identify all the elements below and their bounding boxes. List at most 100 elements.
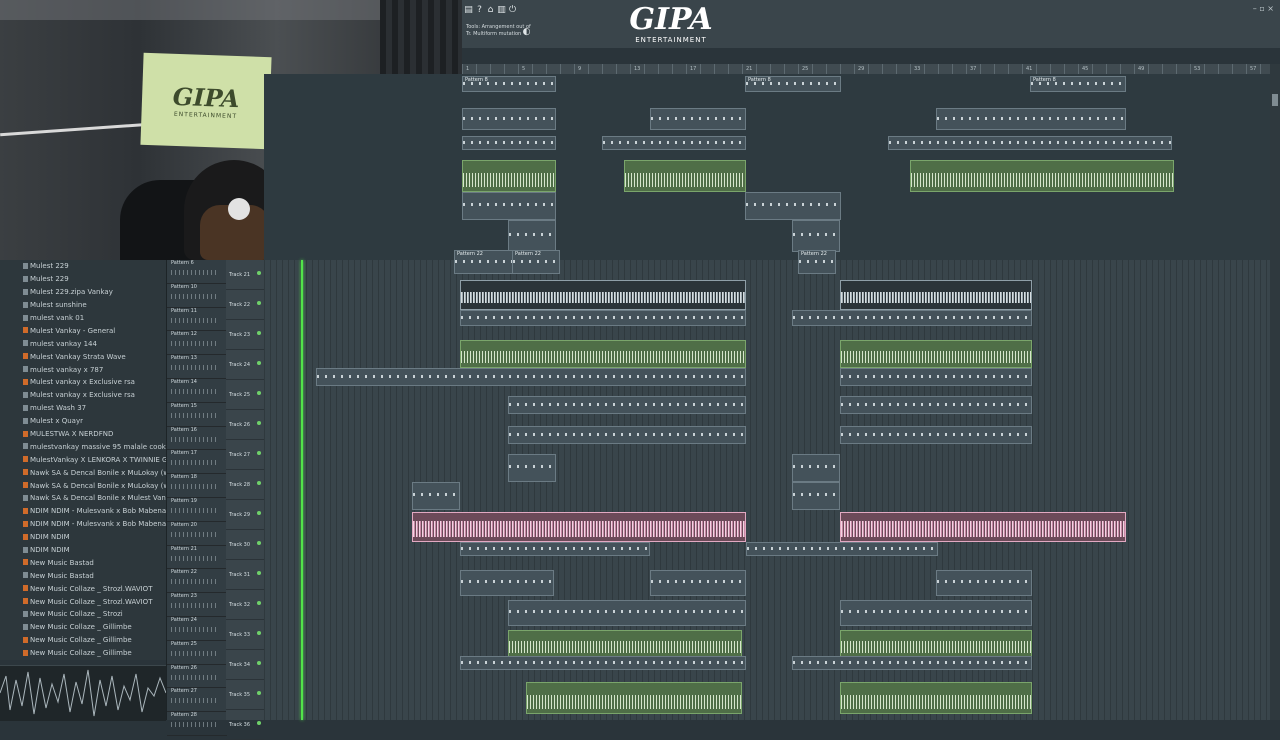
audio-clip[interactable] xyxy=(412,512,746,542)
pattern-clip[interactable] xyxy=(460,570,554,596)
pattern-clip[interactable] xyxy=(840,396,1032,414)
browser-item[interactable]: Mulest sunshine xyxy=(0,299,166,312)
track-header[interactable]: Track 35 xyxy=(226,680,264,710)
track-header[interactable]: Track 36 xyxy=(226,710,264,740)
audio-clip[interactable] xyxy=(460,280,746,310)
timeline-ruler[interactable]: 159131721252933374145495357 xyxy=(462,64,1270,74)
pattern-clip[interactable] xyxy=(792,310,1032,326)
channel-pattern[interactable]: Pattern 6 xyxy=(167,260,227,284)
browser-item[interactable]: NDIM NDIM - Mulesvank x Bob Mabena x Nim… xyxy=(0,505,166,518)
track-header[interactable]: Track 23 xyxy=(226,320,264,350)
track-header[interactable]: Track 32 xyxy=(226,590,264,620)
audio-clip[interactable] xyxy=(624,160,746,192)
track-header[interactable]: Track 27 xyxy=(226,440,264,470)
audio-clip[interactable] xyxy=(840,340,1032,368)
browser-item[interactable]: NDIM NDIM xyxy=(0,544,166,557)
track-header[interactable]: Track 30 xyxy=(226,530,264,560)
pattern-clip[interactable] xyxy=(602,136,746,150)
pattern-clip[interactable] xyxy=(460,542,650,556)
pattern-clip[interactable]: Pattern 22 xyxy=(512,250,560,274)
browser-item[interactable]: New Music Collaze _ Gillimbe xyxy=(0,647,166,660)
pattern-clip[interactable] xyxy=(508,426,746,444)
channel-pattern[interactable]: Pattern 16 xyxy=(167,427,227,451)
track-header[interactable]: Track 22 xyxy=(226,290,264,320)
track-header[interactable]: Track 29 xyxy=(226,500,264,530)
browser-item[interactable]: NDIM NDIM - Mulesvank x Bob Mabena x Nim… xyxy=(0,518,166,531)
browser-item[interactable]: Mulest 229.zipa Vankay xyxy=(0,286,166,299)
channel-pattern[interactable]: Pattern 24 xyxy=(167,617,227,641)
pattern-clip[interactable] xyxy=(508,220,556,252)
channel-pattern[interactable]: Pattern 15 xyxy=(167,403,227,427)
audio-clip[interactable] xyxy=(840,630,1032,658)
audio-clip[interactable] xyxy=(508,630,742,658)
track-header[interactable]: Track 21 xyxy=(226,260,264,290)
channel-pattern[interactable]: Pattern 23 xyxy=(167,593,227,617)
browser-item[interactable]: Nawk SA & Dencal Bonile x MuLokay (wewmi… xyxy=(0,466,166,479)
channel-pattern[interactable]: Pattern 26 xyxy=(167,665,227,689)
channel-pattern[interactable]: Pattern 10 xyxy=(167,284,227,308)
audio-clip[interactable] xyxy=(910,160,1174,192)
browser-item[interactable]: MulestVankay X LENKORA X TWINNIE GEE xyxy=(0,453,166,466)
browser-item[interactable]: Mulest vankay x Exclusive rsa xyxy=(0,389,166,402)
track-header[interactable]: Track 28 xyxy=(226,470,264,500)
browser-item[interactable]: New Music Collaze _ Strozl.WAVIOT xyxy=(0,582,166,595)
channel-pattern[interactable]: Pattern 28 xyxy=(167,712,227,736)
browser-item[interactable]: Mulest x Quayr xyxy=(0,415,166,428)
track-header[interactable]: Track 25 xyxy=(226,380,264,410)
playhead-marker[interactable] xyxy=(301,260,303,720)
plugin-icon[interactable]: ⌂ xyxy=(486,4,495,16)
pattern-clip[interactable] xyxy=(650,570,746,596)
pattern-clip[interactable]: Pattern 8 xyxy=(745,76,841,92)
pattern-clip[interactable] xyxy=(508,600,746,626)
question-icon[interactable]: ? xyxy=(475,4,484,16)
channel-pattern[interactable]: Pattern 13 xyxy=(167,355,227,379)
audio-clip[interactable] xyxy=(840,682,1032,714)
channel-pattern[interactable]: Pattern 25 xyxy=(167,641,227,665)
audio-clip[interactable] xyxy=(526,682,742,714)
browser-item[interactable]: Nawk SA & Dencal Bonile x Mulest Vankay xyxy=(0,492,166,505)
pattern-clip[interactable] xyxy=(792,454,840,482)
pattern-clip[interactable] xyxy=(460,310,746,326)
cpu-icon[interactable]: ▥ xyxy=(497,4,506,16)
browser-item[interactable]: New Music Bastad xyxy=(0,556,166,569)
playlist-arrangement[interactable]: Pattern 8 Pattern 8 Pattern 8 Pattern 22… xyxy=(264,74,1270,720)
browser-item[interactable]: Mulest Vankay - General xyxy=(0,324,166,337)
channel-pattern[interactable]: Pattern 12 xyxy=(167,331,227,355)
track-header[interactable]: Track 33 xyxy=(226,620,264,650)
channel-pattern[interactable]: Pattern 21 xyxy=(167,546,227,570)
browser-item[interactable]: Nawk SA & Dencal Bonile x MuLokay (wewmi… xyxy=(0,479,166,492)
channel-pattern[interactable]: Pattern 20 xyxy=(167,522,227,546)
pattern-clip[interactable]: Pattern 22 xyxy=(798,250,836,274)
pattern-clip[interactable] xyxy=(462,108,556,130)
browser-item[interactable]: New Music Collaze _ Strozi xyxy=(0,608,166,621)
pattern-clip[interactable] xyxy=(508,396,746,414)
pattern-clip[interactable] xyxy=(508,454,556,482)
pattern-clip[interactable] xyxy=(792,220,840,252)
browser-item[interactable]: Mulest 229 xyxy=(0,273,166,286)
audio-clip[interactable] xyxy=(840,280,1032,310)
browser-item[interactable]: mulest Wash 37 xyxy=(0,402,166,415)
track-header[interactable]: Track 24 xyxy=(226,350,264,380)
pattern-clip[interactable] xyxy=(936,570,1032,596)
pattern-clip[interactable] xyxy=(746,542,938,556)
channel-pattern[interactable]: Pattern 14 xyxy=(167,379,227,403)
pattern-clip[interactable] xyxy=(936,108,1126,130)
browser-item[interactable]: mulestvankay massive 95 malale cooki xyxy=(0,440,166,453)
pattern-clip[interactable] xyxy=(462,192,556,220)
pattern-clip[interactable] xyxy=(462,136,556,150)
browser-item[interactable]: New Music Collaze _ Gillimbe xyxy=(0,634,166,647)
audio-clip[interactable] xyxy=(840,512,1126,542)
scroll-thumb[interactable] xyxy=(1272,94,1278,106)
browser-item[interactable]: Mulest Vankay Strata Wave xyxy=(0,350,166,363)
browser-item[interactable]: mulest vank 01 xyxy=(0,312,166,325)
browser-item[interactable]: New Music Bastad xyxy=(0,569,166,582)
browser-item[interactable]: NDIM NDIM xyxy=(0,531,166,544)
pattern-clip[interactable] xyxy=(840,600,1032,626)
pattern-clip[interactable] xyxy=(888,136,1172,150)
track-header[interactable]: Track 26 xyxy=(226,410,264,440)
browser-waveform-preview[interactable] xyxy=(0,665,166,721)
audio-clip[interactable] xyxy=(460,340,746,368)
browser-item[interactable]: mulest vankay x 787 xyxy=(0,363,166,376)
pattern-clip[interactable] xyxy=(745,192,841,220)
pattern-clip[interactable] xyxy=(840,368,1032,386)
